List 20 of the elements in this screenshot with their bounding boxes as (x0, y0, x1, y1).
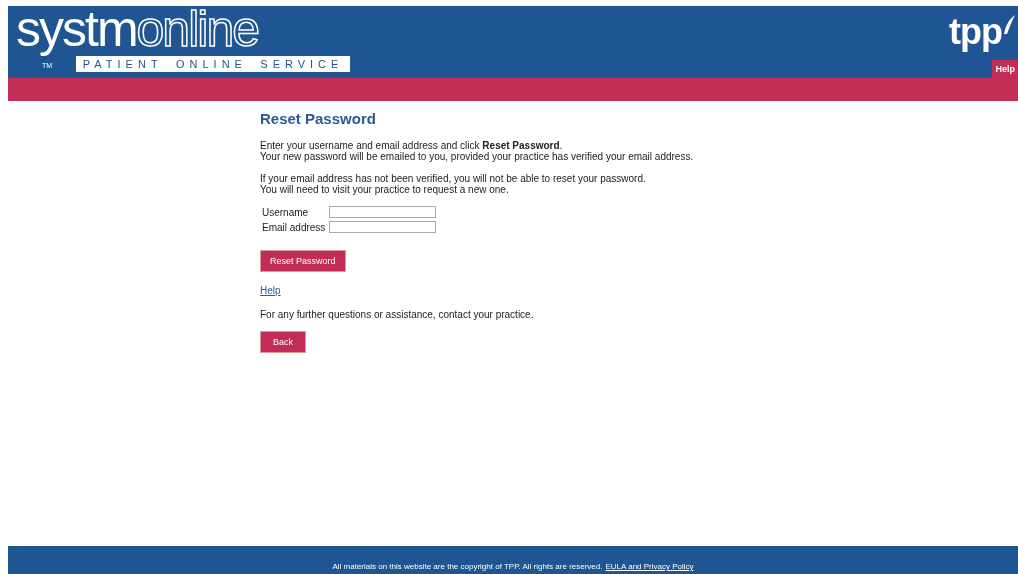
instruction-text: Enter your username and email address and click Reset Password. (260, 140, 564, 151)
swoosh-icon (1002, 14, 1016, 36)
field-label: Email address (262, 221, 326, 233)
contact-text: For any further questions or assistance, contact your practice. (260, 309, 535, 320)
note-text: If your email address has not been verified, you will not be able to reset your password. (260, 173, 647, 184)
input-field[interactable] (329, 221, 437, 233)
brand-logo: tpp (949, 14, 1002, 50)
reset-password-button[interactable]: Reset Password (260, 250, 346, 272)
note-text: You will need to visit your practice to request a new one. (260, 184, 510, 195)
logo-tagline: PATIENT ONLINE SERVICE (76, 56, 351, 72)
field-label: Username (262, 206, 310, 218)
systmonline-logo: systmonline (16, 2, 260, 56)
input-field[interactable] (329, 206, 437, 218)
page-title: Reset Password (260, 110, 377, 127)
copyright-text: All materials on this website are the copyright of TPP. All rights are reserved. (332, 562, 603, 571)
eula-link[interactable]: EULA and Privacy Policy (605, 562, 694, 571)
help-link[interactable]: Help (260, 285, 281, 296)
help-button[interactable]: Help (992, 60, 1018, 78)
back-button[interactable]: Back (260, 331, 306, 353)
instruction-text: Your new password will be emailed to you, provided your practice has verified your email address. (260, 151, 695, 162)
